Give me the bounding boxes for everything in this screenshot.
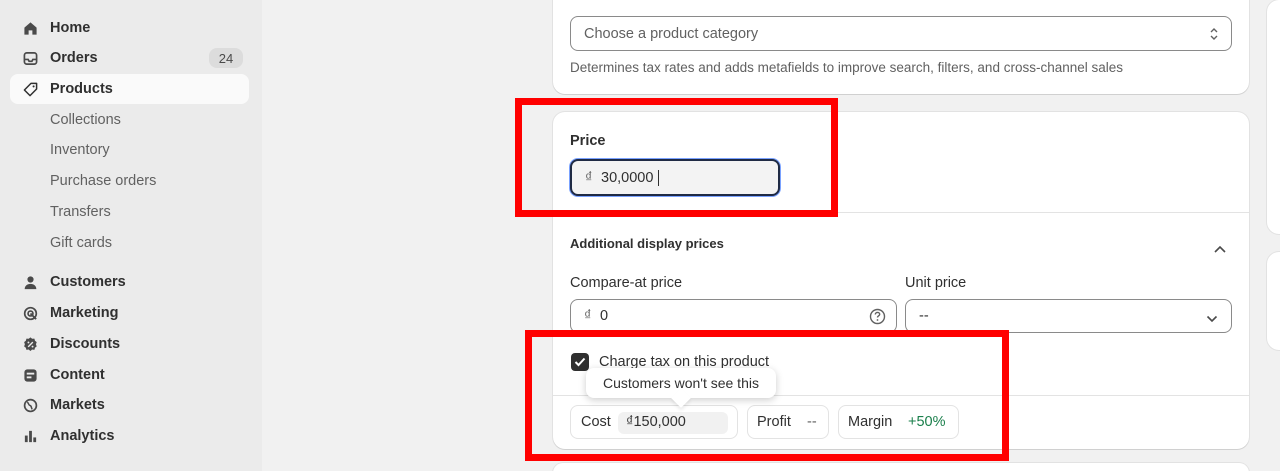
sidebar-item-marketing[interactable]: Marketing [10,298,249,328]
sidebar-item-products[interactable]: Products [10,74,249,104]
sidebar-item-label: Products [50,81,113,97]
unit-price-label: Unit price [905,275,967,291]
select-arrows-icon [1209,26,1219,45]
currency-symbol: ₫ [584,308,592,324]
sidebar-item-label: Collections [50,112,121,128]
highlight-box-price [515,98,838,217]
sidebar-item-label: Markets [50,397,105,413]
sidebar-item-inventory[interactable]: Inventory [10,135,249,165]
home-icon [22,20,38,36]
category-placeholder: Choose a product category [584,25,759,42]
sidebar-item-label: Marketing [50,305,119,321]
sidebar-item-label: Analytics [50,428,115,444]
highlight-box-cost [525,330,1009,461]
sidebar-item-label: Transfers [50,204,111,220]
category-card: Choose a product category Determines tax… [553,0,1249,94]
side-card-partial [1267,0,1280,234]
compare-at-price-input[interactable]: ₫ 0 [570,299,897,333]
sidebar-item-home[interactable]: Home [10,13,249,43]
discount-icon [22,336,38,352]
sidebar-item-label: Inventory [50,142,110,158]
bar-chart-icon [22,428,38,444]
sidebar-item-analytics[interactable]: Analytics [10,421,249,451]
sidebar-item-gift-cards[interactable]: Gift cards [10,228,249,258]
sidebar-item-collections[interactable]: Collections [10,105,249,135]
compare-at-price-label: Compare-at price [570,275,683,291]
orders-icon [22,50,38,66]
help-circle-icon[interactable] [869,308,886,329]
unit-price-value: -- [919,308,929,324]
globe-icon [22,397,38,413]
sidebar-item-label: Customers [50,274,126,290]
next-card [553,463,1249,471]
category-help-text: Determines tax rates and adds metafields… [570,60,1124,75]
sidebar-item-customers[interactable]: Customers [10,267,249,297]
side-card-partial [1267,252,1280,350]
sidebar-item-discounts[interactable]: Discounts [10,329,249,359]
sidebar: Home Orders 24 Products Collections Inve… [0,0,262,471]
chevron-down-icon [1206,311,1218,327]
sidebar-item-markets[interactable]: Markets [10,390,249,420]
sidebar-item-label: Gift cards [50,235,113,251]
compare-at-price-value: 0 [600,308,609,324]
orders-count-badge: 24 [209,48,243,68]
person-icon [22,274,38,290]
sidebar-item-purchase-orders[interactable]: Purchase orders [10,166,249,196]
target-icon [22,305,38,321]
sidebar-item-label: Home [50,20,91,36]
product-category-select[interactable]: Choose a product category [570,16,1232,51]
additional-prices-title: Additional display prices [570,236,724,251]
sidebar-item-transfers[interactable]: Transfers [10,197,249,227]
chevron-up-icon[interactable] [1213,241,1227,257]
tag-icon [22,81,38,97]
sidebar-item-label: Content [50,367,105,383]
sidebar-item-content[interactable]: Content [10,360,249,390]
sidebar-item-label: Purchase orders [50,173,157,189]
sidebar-item-orders[interactable]: Orders 24 [10,43,249,73]
content-icon [22,367,38,383]
sidebar-item-label: Discounts [50,336,121,352]
sidebar-item-label: Orders [50,50,98,66]
unit-price-select[interactable]: -- [905,299,1232,333]
